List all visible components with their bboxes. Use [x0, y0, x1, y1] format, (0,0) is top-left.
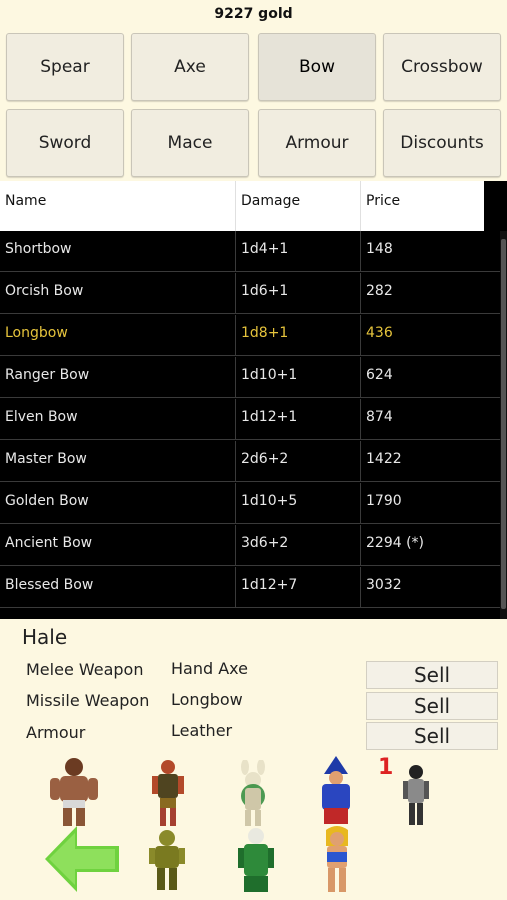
- column-header-damage[interactable]: Damage: [241, 193, 300, 209]
- sell-melee-button[interactable]: Sell: [366, 661, 498, 689]
- row-price: 282: [366, 283, 393, 299]
- row-name: Golden Bow: [5, 493, 89, 509]
- column-divider: [360, 483, 361, 524]
- row-name: Blessed Bow: [5, 577, 94, 593]
- tab-spear[interactable]: Spear: [6, 33, 124, 101]
- column-divider: [360, 399, 361, 440]
- slot-label-missile: Missile Weapon: [26, 691, 150, 710]
- row-name: Elven Bow: [5, 409, 78, 425]
- row-price: 624: [366, 367, 393, 383]
- row-damage: 1d12+7: [241, 577, 298, 593]
- column-divider: [360, 357, 361, 398]
- column-divider: [235, 483, 236, 524]
- tab-bow[interactable]: Bow: [258, 33, 376, 101]
- column-divider: [360, 231, 361, 272]
- table-row[interactable]: Golden Bow 1d10+5 1790: [0, 483, 500, 524]
- row-damage: 1d6+1: [241, 283, 289, 299]
- row-price: 1790: [366, 493, 402, 509]
- row-name: Master Bow: [5, 451, 87, 467]
- column-divider: [235, 181, 236, 231]
- column-divider: [360, 273, 361, 314]
- column-divider: [360, 525, 361, 566]
- slot-item-missile: Longbow: [171, 690, 243, 709]
- row-price: 3032: [366, 577, 402, 593]
- row-damage: 3d6+2: [241, 535, 289, 551]
- column-divider: [235, 399, 236, 440]
- scrollbar-thumb[interactable]: [501, 239, 506, 609]
- row-name: Orcish Bow: [5, 283, 84, 299]
- party-portrait-amazon[interactable]: [318, 826, 356, 894]
- column-divider: [360, 567, 361, 608]
- party-portrait-dwarf[interactable]: [150, 758, 186, 828]
- weapon-list[interactable]: Shortbow 1d4+1 148 Orcish Bow 1d6+1 282 …: [0, 231, 507, 619]
- table-header: Name Damage Price: [0, 181, 507, 232]
- header-corner-block: [484, 181, 507, 231]
- party-portrait-elf-archer[interactable]: [236, 826, 276, 894]
- table-row[interactable]: Ancient Bow 3d6+2 2294 (*): [0, 525, 500, 566]
- row-damage: 2d6+2: [241, 451, 289, 467]
- row-price: 148: [366, 241, 393, 257]
- tab-crossbow[interactable]: Crossbow: [383, 33, 501, 101]
- row-damage: 1d10+5: [241, 493, 298, 509]
- row-damage: 1d4+1: [241, 241, 289, 257]
- table-row[interactable]: Orcish Bow 1d6+1 282: [0, 273, 500, 314]
- column-divider: [235, 273, 236, 314]
- tab-mace[interactable]: Mace: [131, 109, 249, 177]
- row-damage: 1d8+1: [241, 325, 289, 341]
- party-portrait-rabbit-mage[interactable]: [232, 760, 274, 828]
- table-row[interactable]: Master Bow 2d6+2 1422: [0, 441, 500, 482]
- slot-label-armour: Armour: [26, 723, 86, 742]
- tab-discounts[interactable]: Discounts: [383, 109, 501, 177]
- table-row[interactable]: Elven Bow 1d12+1 874: [0, 399, 500, 440]
- slot-label-melee: Melee Weapon: [26, 660, 144, 679]
- table-row[interactable]: Shortbow 1d4+1 148: [0, 231, 500, 272]
- column-header-name[interactable]: Name: [5, 193, 46, 209]
- scrollbar[interactable]: [500, 231, 507, 619]
- gold-amount: 9227 gold: [214, 6, 293, 22]
- row-price: 1422: [366, 451, 402, 467]
- tab-armour[interactable]: Armour: [258, 109, 376, 177]
- party-portrait-rogue[interactable]: [400, 764, 432, 828]
- column-divider: [235, 231, 236, 272]
- column-divider: [235, 567, 236, 608]
- column-divider: [360, 181, 361, 231]
- row-price: 874: [366, 409, 393, 425]
- row-price: 436: [366, 325, 393, 341]
- tab-sword[interactable]: Sword: [6, 109, 124, 177]
- column-divider: [360, 315, 361, 356]
- column-divider: [360, 441, 361, 482]
- tab-axe[interactable]: Axe: [131, 33, 249, 101]
- row-name: Ancient Bow: [5, 535, 93, 551]
- column-header-price[interactable]: Price: [366, 193, 400, 209]
- party-portrait-orc[interactable]: [148, 828, 186, 892]
- column-divider: [235, 525, 236, 566]
- sell-missile-button[interactable]: Sell: [366, 692, 498, 720]
- table-row[interactable]: Blessed Bow 1d12+7 3032: [0, 567, 500, 608]
- back-arrow-icon[interactable]: [45, 826, 119, 892]
- column-divider: [235, 315, 236, 356]
- party-portrait-barbarian[interactable]: [48, 756, 100, 828]
- row-name: Longbow: [5, 325, 68, 341]
- table-row[interactable]: Ranger Bow 1d10+1 624: [0, 357, 500, 398]
- column-divider: [235, 441, 236, 482]
- row-damage: 1d10+1: [241, 367, 298, 383]
- slot-item-armour: Leather: [171, 721, 233, 740]
- table-row-selected[interactable]: Longbow 1d8+1 436: [0, 315, 500, 356]
- slot-item-melee: Hand Axe: [171, 659, 248, 678]
- party-count-badge: 1: [378, 755, 394, 780]
- row-name: Shortbow: [5, 241, 72, 257]
- row-price: 2294 (*): [366, 535, 425, 551]
- character-name: Hale: [22, 625, 68, 649]
- row-name: Ranger Bow: [5, 367, 90, 383]
- row-damage: 1d12+1: [241, 409, 298, 425]
- party-portrait-wizard[interactable]: [316, 756, 356, 828]
- column-divider: [235, 357, 236, 398]
- sell-armour-button[interactable]: Sell: [366, 722, 498, 750]
